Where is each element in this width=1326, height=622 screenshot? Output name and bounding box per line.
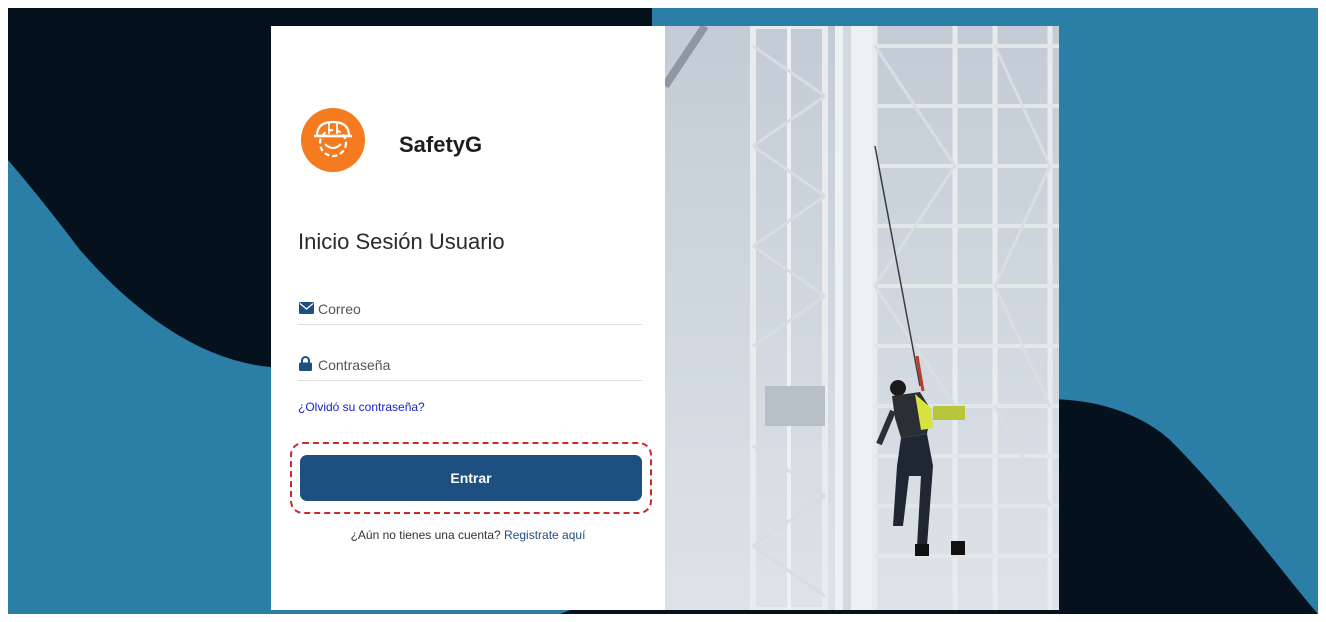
logo: [301, 108, 365, 172]
brand-name: SafetyG: [399, 132, 483, 157]
login-card: SafetyG Inicio Sesión Usuario ¿Olvidó su…: [271, 26, 665, 610]
password-field[interactable]: [318, 352, 638, 378]
forgot-password-link[interactable]: ¿Olvidó su contraseña?: [298, 400, 425, 414]
worker-climbing-scaffold-icon: [665, 26, 1059, 610]
email-field[interactable]: [318, 296, 638, 322]
submit-button[interactable]: Entrar: [300, 455, 642, 501]
email-field-wrapper: [298, 296, 642, 325]
password-field-wrapper: [298, 352, 642, 381]
hardhat-gear-icon: [314, 120, 352, 158]
signup-link[interactable]: Registrate aquí: [504, 528, 585, 542]
page-title: Inicio Sesión Usuario: [298, 229, 505, 254]
signup-prompt: ¿Aún no tienes una cuenta? Registrate aq…: [271, 528, 665, 542]
lock-icon: [299, 356, 312, 371]
hero-image: [665, 26, 1059, 610]
signup-prompt-text: ¿Aún no tienes una cuenta?: [350, 528, 501, 542]
envelope-icon: [299, 302, 314, 314]
